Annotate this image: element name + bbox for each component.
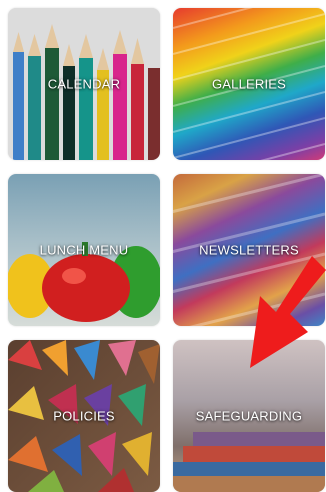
tile-label: POLICIES: [53, 408, 115, 424]
tile-galleries[interactable]: GALLERIES: [173, 8, 325, 160]
tile-label: LUNCH MENU: [39, 242, 129, 258]
tile-lunch-menu[interactable]: LUNCH MENU: [8, 174, 160, 326]
tile-grid: CALENDAR GALLERIES LUNCH MENU NEWSLETTER…: [0, 0, 326, 492]
tile-label: GALLERIES: [211, 76, 287, 92]
tile-label: SAFEGUARDING: [195, 408, 303, 424]
tile-label: NEWSLETTERS: [199, 242, 299, 258]
tile-newsletters[interactable]: NEWSLETTERS: [173, 174, 325, 326]
tile-label: CALENDAR: [47, 76, 121, 92]
tile-policies[interactable]: POLICIES: [8, 340, 160, 492]
tile-safeguarding[interactable]: SAFEGUARDING: [173, 340, 325, 492]
tile-calendar[interactable]: CALENDAR: [8, 8, 160, 160]
